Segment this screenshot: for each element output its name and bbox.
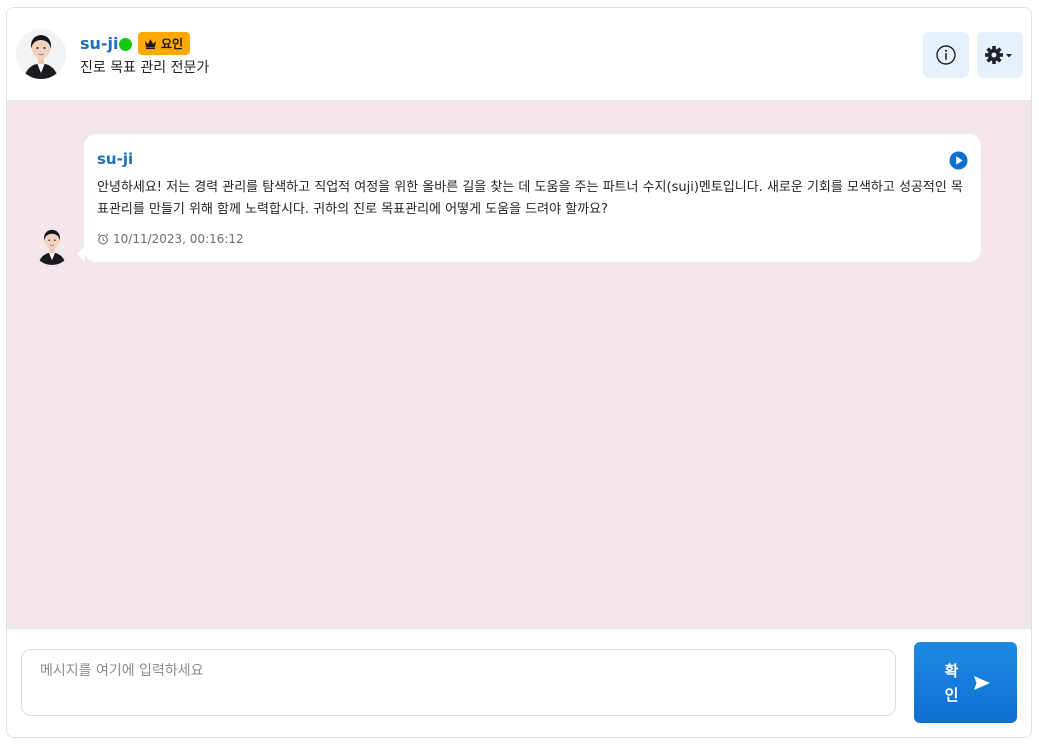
composer-area: 확인 [7,628,1031,737]
vip-badge: 요인 [138,32,191,55]
mentor-avatar[interactable] [16,29,66,79]
message-sender-avatar [32,225,72,265]
settings-dropdown-button[interactable] [977,32,1023,78]
send-button[interactable]: 확인 [914,642,1017,723]
vip-badge-label: 요인 [161,37,184,51]
alarm-clock-icon [97,233,109,245]
gear-icon [985,46,1012,64]
play-audio-button[interactable] [949,151,968,170]
send-button-label: 확인 [944,661,959,704]
send-arrow-icon [973,675,990,690]
info-icon [936,45,956,65]
message-timestamp-text: 10/11/2023, 00:16:12 [113,232,244,246]
message-input[interactable] [21,649,896,716]
info-button[interactable] [923,32,969,78]
message-timestamp: 10/11/2023, 00:16:12 [97,232,244,246]
message-text: 안녕하세요! 저는 경력 관리를 탐색하고 직업적 여정을 위한 올바른 길을 … [97,180,963,217]
chat-header: su-ji 요인 진로 목표 관리 전문가 [7,8,1031,101]
chat-window: su-ji 요인 진로 목표 관리 전문가 su-ji 안녕하세요! 저는 경력… [6,7,1032,738]
chevron-down-icon [1006,54,1012,58]
message-sender-name: su-ji [97,150,134,168]
online-status-indicator [119,38,132,51]
mentor-role: 진로 목표 관리 전문가 [80,60,210,76]
crown-icon [145,39,156,49]
message-bubble: su-ji 안녕하세요! 저는 경력 관리를 탐색하고 직업적 여정을 위한 올… [77,134,981,262]
chat-message-area[interactable]: su-ji 안녕하세요! 저는 경력 관리를 탐색하고 직업적 여정을 위한 올… [7,101,1031,628]
play-icon [949,151,968,170]
mentor-name: su-ji [80,34,119,53]
